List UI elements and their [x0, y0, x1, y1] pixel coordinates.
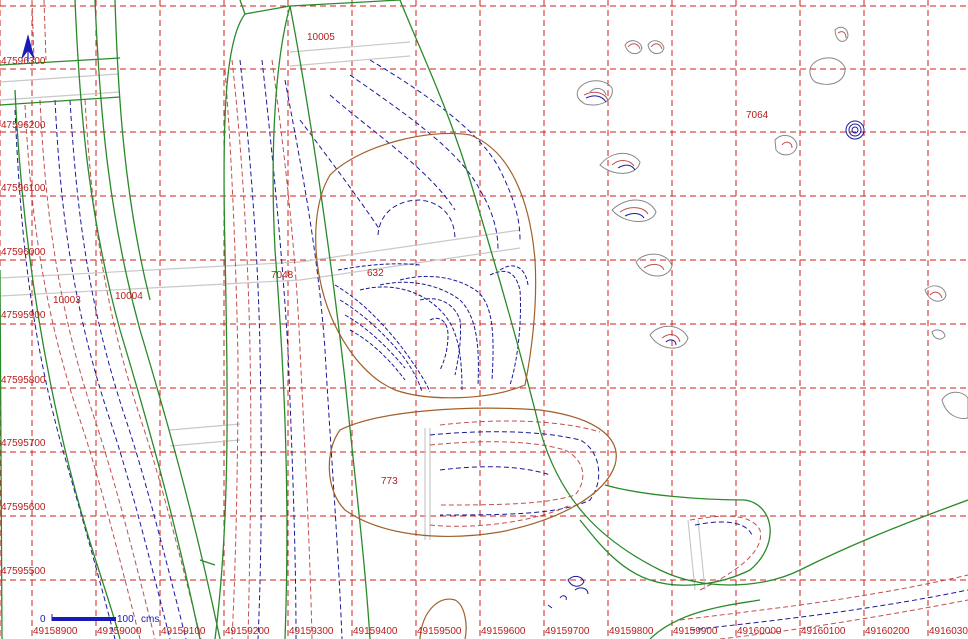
x-coordinate-labels: 49158900 49159000 49159100 49159200 4915…	[33, 626, 968, 637]
zone-label-773: 773	[381, 476, 398, 487]
y-label: 47596000	[1, 247, 46, 258]
x-label: 49159400	[353, 626, 398, 637]
y-label: 47596200	[1, 120, 46, 131]
x-label: 49160000	[737, 626, 782, 637]
zone-label-632: 632	[367, 268, 384, 279]
x-label: 49159300	[289, 626, 334, 637]
y-label: 47595800	[1, 375, 46, 386]
map-svg[interactable]: 10005 7064 7048 632 10003 10004 773 4759…	[0, 0, 968, 639]
zone-label-10004: 10004	[115, 291, 143, 302]
x-label: 49159200	[225, 626, 270, 637]
x-label: 49159700	[545, 626, 590, 637]
x-label: 49159500	[417, 626, 462, 637]
zone-boundary-773	[328, 407, 617, 537]
contours-upper-center	[299, 59, 521, 251]
zone-label-7048: 7048	[271, 270, 294, 281]
y-label: 47595900	[1, 310, 46, 321]
x-label: 49159900	[673, 626, 718, 637]
y-label: 47595700	[1, 438, 46, 449]
y-label: 47596100	[1, 183, 46, 194]
map-canvas[interactable]: 10005 7064 7048 632 10003 10004 773 4759…	[0, 0, 968, 639]
grid-lines	[0, 0, 968, 639]
x-label: 49160300	[929, 626, 968, 637]
boundaries-green	[0, 0, 968, 639]
x-label: 49159000	[97, 626, 142, 637]
x-label: 49159600	[481, 626, 526, 637]
scale-bar: 0 100 cms	[40, 614, 159, 625]
zone-label-10005: 10005	[307, 32, 335, 43]
scale-end-label: 100	[117, 614, 134, 625]
y-label: 47595500	[1, 566, 46, 577]
scale-unit-label: cms	[141, 614, 159, 625]
scale-bar-fill	[52, 617, 116, 621]
contours-middle	[224, 59, 343, 639]
y-coordinate-labels: 47596300 47596200 47596100 47596000 4759…	[1, 56, 46, 577]
y-label: 47595600	[1, 502, 46, 513]
scale-start-label: 0	[40, 614, 46, 625]
zone-boundary-632	[315, 132, 537, 399]
contours-cluster-632	[334, 263, 529, 393]
x-label: 49160100	[801, 626, 846, 637]
contours-773	[429, 420, 601, 527]
x-label: 49159100	[161, 626, 206, 637]
boundaries-brown	[315, 132, 617, 639]
zone-label-10003: 10003	[53, 295, 81, 306]
y-label: 47596300	[1, 56, 46, 67]
contours-bottom-right	[679, 515, 968, 639]
x-label: 49158900	[33, 626, 78, 637]
x-label: 49159800	[609, 626, 654, 637]
zone-label-7064: 7064	[746, 110, 769, 121]
x-label: 49160200	[865, 626, 910, 637]
